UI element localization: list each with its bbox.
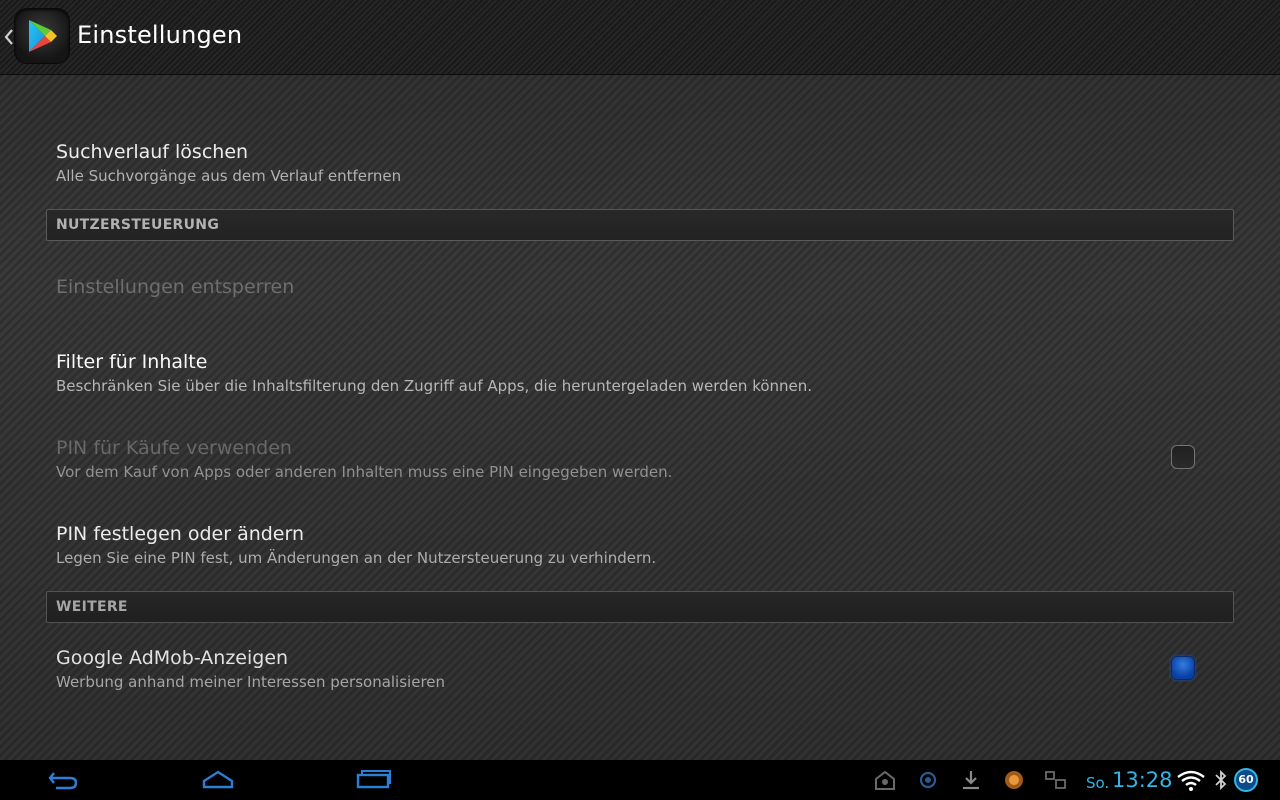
pref-title: Einstellungen entsperren bbox=[56, 276, 295, 298]
purchase-pin-checkbox[interactable] bbox=[1171, 445, 1195, 469]
section-label: WEITERE bbox=[56, 599, 128, 615]
sync-icon bbox=[917, 769, 939, 795]
clear-search-history-item[interactable]: Suchverlauf löschen Alle Suchvorgänge au… bbox=[56, 141, 401, 185]
page-title: Einstellungen bbox=[77, 21, 243, 49]
app-notification-icon bbox=[1003, 769, 1025, 795]
up-caret-icon[interactable] bbox=[3, 26, 15, 48]
admob-ads-item[interactable]: Google AdMob-Anzeigen Werbung anhand mei… bbox=[56, 647, 445, 691]
pref-summary: Werbung anhand meiner Interessen persona… bbox=[56, 673, 446, 691]
section-label: NUTZERSTEUERUNG bbox=[56, 217, 220, 233]
google-play-icon[interactable] bbox=[15, 9, 69, 63]
section-header-more: WEITERE bbox=[46, 591, 1234, 623]
home-icon[interactable] bbox=[201, 768, 235, 796]
pref-title: Google AdMob-Anzeigen bbox=[56, 647, 289, 669]
back-icon[interactable] bbox=[46, 768, 80, 796]
pref-summary: Beschränken Sie über die Inhaltsfilterun… bbox=[56, 377, 813, 395]
day-label: So. bbox=[1086, 774, 1110, 792]
screen-share-icon bbox=[1044, 769, 1068, 795]
set-pin-item[interactable]: PIN festlegen oder ändern Legen Sie eine… bbox=[56, 523, 656, 567]
action-bar: Einstellungen bbox=[0, 0, 1280, 75]
purchase-pin-item: PIN für Käufe verwenden Vor dem Kauf von… bbox=[56, 437, 672, 481]
system-bar: So. 13:28 60 bbox=[0, 760, 1280, 800]
battery-icon: 60 bbox=[1234, 768, 1258, 792]
download-icon bbox=[960, 769, 982, 795]
pref-summary: Legen Sie eine PIN fest, um Änderungen a… bbox=[56, 549, 657, 567]
pref-title: PIN für Käufe verwenden bbox=[56, 437, 292, 459]
content-filter-item[interactable]: Filter für Inhalte Beschränken Sie über … bbox=[56, 351, 812, 395]
pref-summary: Vor dem Kauf von Apps oder anderen Inhal… bbox=[56, 463, 673, 481]
admob-ads-checkbox[interactable] bbox=[1171, 656, 1195, 680]
pref-summary: Alle Suchvorgänge aus dem Verlauf entfer… bbox=[56, 167, 402, 185]
section-header-user-controls: NUTZERSTEUERUNG bbox=[46, 209, 1234, 241]
pref-title: Suchverlauf löschen bbox=[56, 141, 249, 163]
pref-title: Filter für Inhalte bbox=[56, 351, 208, 373]
bluetooth-icon bbox=[1213, 769, 1229, 795]
settings-list: Suchverlauf löschen Alle Suchvorgänge au… bbox=[0, 75, 1280, 760]
pref-title: PIN festlegen oder ändern bbox=[56, 523, 305, 545]
screen: Einstellungen Suchverlauf löschen Alle S… bbox=[0, 0, 1280, 800]
wifi-icon bbox=[1176, 768, 1206, 796]
clock[interactable]: 13:28 bbox=[1112, 768, 1173, 792]
unlock-settings-item: Einstellungen entsperren bbox=[56, 276, 294, 298]
recent-apps-icon[interactable] bbox=[356, 768, 392, 796]
notification-icon bbox=[874, 769, 896, 795]
